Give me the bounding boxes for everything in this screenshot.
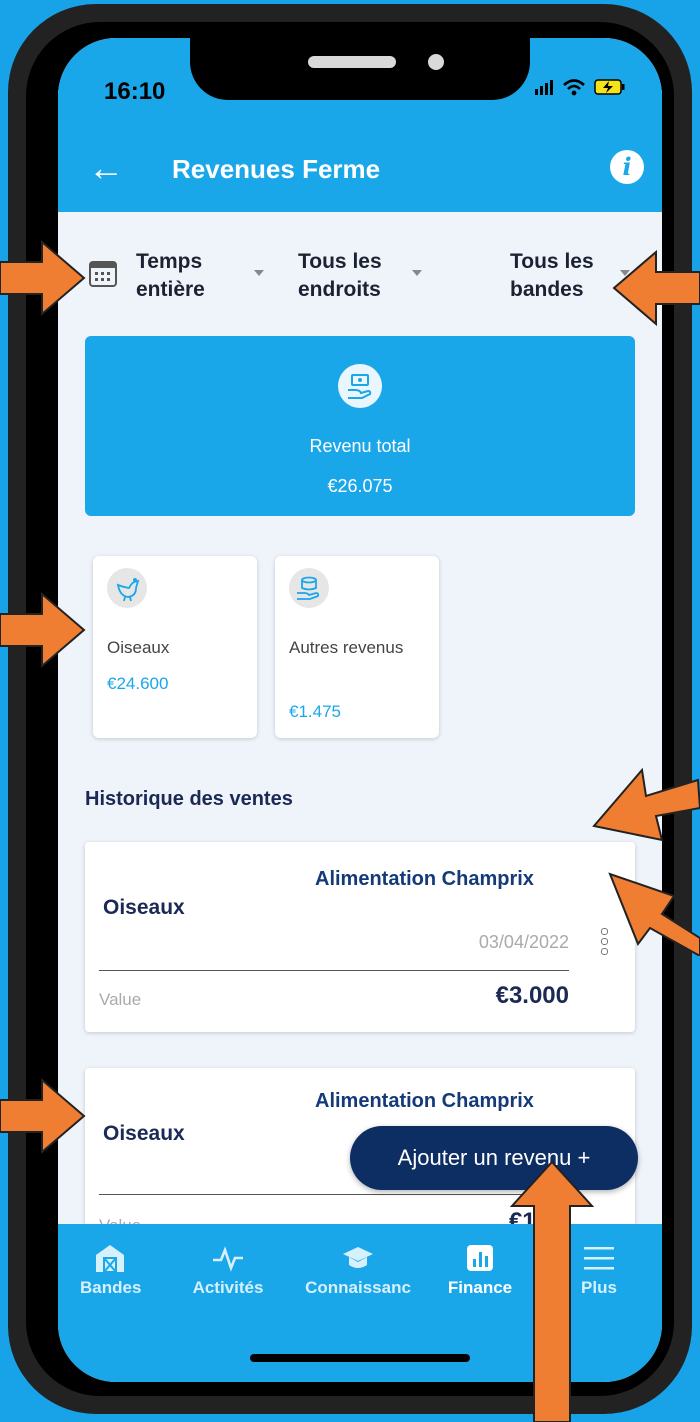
sale-supplier: Alimentation Champrix: [315, 868, 534, 890]
signal-icon: [535, 80, 553, 95]
speaker: [308, 56, 396, 68]
category-card-birds[interactable]: Oiseaux €24.600: [93, 556, 257, 738]
category-label: Oiseaux: [107, 638, 170, 657]
total-revenue-card: Revenu total €26.075: [85, 336, 635, 516]
chevron-down-icon[interactable]: [254, 270, 264, 276]
more-options-icon[interactable]: [601, 928, 608, 958]
app-bar: ← Revenues Ferme i: [58, 128, 662, 212]
annotation-arrow-icon: [592, 767, 700, 842]
nav-label: Activités: [192, 1278, 264, 1297]
chevron-down-icon[interactable]: [412, 270, 422, 276]
sale-type: Oiseaux: [103, 1122, 185, 1145]
annotation-arrow-icon: [612, 249, 700, 327]
category-value: €1.475: [289, 702, 341, 721]
activity-icon: [213, 1246, 243, 1272]
back-arrow-icon[interactable]: ←: [88, 148, 124, 188]
nav-label: Bandes: [80, 1278, 142, 1297]
nav-item-bandes[interactable]: Bandes: [80, 1242, 142, 1298]
money-hand-icon: [338, 364, 382, 408]
bar-chart-icon: [467, 1245, 493, 1271]
divider: [99, 1194, 569, 1195]
annotation-arrow-icon: [509, 1160, 595, 1422]
status-time: 16:10: [104, 78, 166, 105]
status-icons: [534, 78, 626, 96]
barn-icon: [96, 1245, 124, 1273]
sale-date: 03/04/2022: [478, 932, 569, 952]
flock-filter-line1: Tous les: [510, 250, 594, 273]
sale-value: €3.000: [495, 982, 569, 1009]
category-card-other-revenue[interactable]: Autres revenus €1.475: [275, 556, 439, 738]
graduation-cap-icon: [343, 1247, 373, 1268]
location-filter-line2: endroits: [298, 278, 381, 301]
chicken-icon: [107, 568, 147, 608]
status-bar: 16:10: [58, 38, 662, 128]
home-indicator: [250, 1354, 470, 1362]
total-revenue-label: Revenu total: [309, 436, 411, 456]
nav-label: Finance: [447, 1278, 513, 1297]
notch: [190, 38, 530, 100]
wifi-icon: [563, 79, 585, 96]
sales-history-title: Historique des ventes: [85, 788, 293, 810]
location-filter-line1: Tous les: [298, 250, 382, 273]
flock-filter[interactable]: Tous les bandes: [510, 248, 594, 304]
period-filter-line1: Temps: [136, 250, 203, 273]
info-icon[interactable]: i: [610, 150, 644, 184]
annotation-arrow-icon: [608, 872, 700, 956]
location-filter[interactable]: Tous les endroits: [298, 248, 382, 304]
annotation-arrow-icon: [0, 591, 86, 669]
sale-type: Oiseaux: [103, 896, 185, 919]
money-hand-icon: [289, 568, 329, 608]
sale-supplier: Alimentation Champrix: [315, 1090, 534, 1112]
sale-card[interactable]: Alimentation Champrix Oiseaux 03/04/2022…: [85, 842, 635, 1032]
filters-bar: Temps entière Tous les endroits Tous les…: [58, 248, 662, 308]
flock-filter-line2: bandes: [510, 278, 584, 301]
sale-value-label: Value: [99, 990, 142, 1009]
total-revenue-value: €26.075: [327, 476, 393, 496]
battery-charging-icon: [594, 79, 625, 95]
nav-item-activites[interactable]: Activités: [170, 1242, 286, 1298]
side-button: [8, 422, 18, 532]
divider: [99, 970, 569, 971]
annotation-arrow-icon: [0, 1077, 86, 1155]
period-filter-line2: entière: [136, 278, 205, 301]
camera: [428, 54, 444, 70]
category-label: Autres revenus: [289, 638, 404, 657]
nav-item-connaissance[interactable]: Connaissanc: [298, 1242, 418, 1298]
period-filter[interactable]: Temps entière: [136, 248, 205, 304]
page-title: Revenues Ferme: [172, 154, 381, 184]
annotation-arrow-icon: [0, 239, 86, 317]
category-value: €24.600: [107, 674, 169, 693]
nav-label: Connaissanc: [305, 1278, 411, 1297]
